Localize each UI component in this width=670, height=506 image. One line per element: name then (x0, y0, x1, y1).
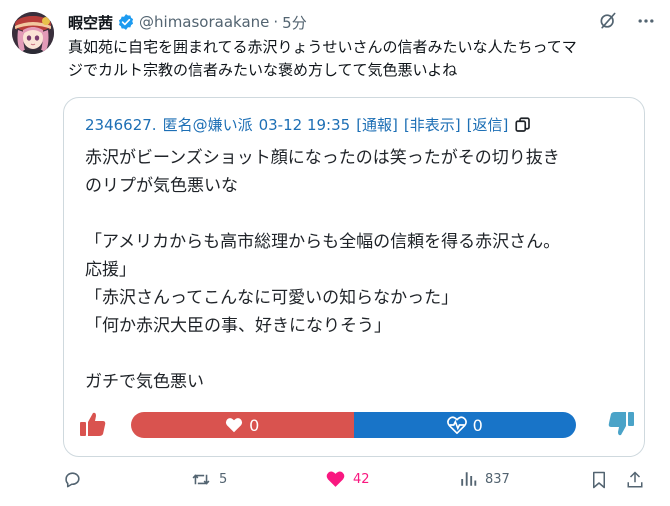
dislike-segment[interactable]: 0 (353, 412, 576, 438)
vote-bar: 0 0 (131, 412, 576, 438)
embedded-post-body: 赤沢がビーンズショット顔になったのは笑ったがその切り抜き のリプが気色悪いな 「… (85, 144, 560, 396)
embedded-post-header: 2346627. 匿名@嫌い派 03-12 19:35 [通報] [非表示] [… (85, 114, 532, 135)
views-count: 837 (485, 471, 510, 487)
thumbs-up-icon[interactable] (78, 409, 108, 439)
separator-dot: · (273, 13, 279, 31)
thumbs-down-icon[interactable] (606, 409, 636, 439)
like-segment[interactable]: 0 (131, 412, 354, 438)
heart-icon (226, 418, 243, 433)
body-line: 応援」 (85, 260, 136, 280)
retweet-icon (192, 474, 210, 485)
body-line: ガチで気色悪い (85, 372, 204, 392)
verified-badge-icon (117, 13, 135, 31)
body-line: のリプが気色悪いな (85, 176, 238, 196)
like-count: 42 (353, 471, 370, 487)
share-icon (627, 471, 643, 488)
handle[interactable]: @himasoraakane (139, 13, 269, 31)
body-line: 「何か赤沢大臣の事、好きになりそう」 (85, 316, 391, 336)
dislike-vote-count: 0 (472, 415, 483, 435)
bookmark-icon (593, 471, 605, 489)
tweet-text: 真如苑に自宅を囲まれてる赤沢りょうせいさんの信者みたいな人たちってマ ジでカルト… (68, 36, 658, 82)
grok-icon[interactable] (598, 11, 618, 31)
views-chart-icon (461, 472, 477, 486)
share-button[interactable] (626, 470, 644, 490)
embedded-post-card[interactable]: 2346627. 匿名@嫌い派 03-12 19:35 [通報] [非表示] [… (63, 97, 645, 457)
views-button[interactable]: 837 (459, 470, 510, 488)
hide-link[interactable]: [非表示] (404, 114, 461, 135)
avatar[interactable] (12, 12, 54, 54)
body-line: 「アメリカからも高市総理からも全幅の信頼を得る赤沢さん。 (85, 232, 561, 252)
action-bar: 5 42 837 (60, 468, 650, 494)
like-button[interactable]: 42 (326, 470, 370, 488)
copy-icon[interactable] (514, 116, 532, 134)
body-line (85, 200, 560, 228)
like-vote-count: 0 (249, 415, 260, 435)
bookmark-button[interactable] (590, 470, 608, 490)
tweet-text-line: 真如苑に自宅を囲まれてる赤沢りょうせいさんの信者みたいな人たちってマ (68, 38, 577, 56)
vote-row: 0 0 (78, 409, 634, 439)
post-datetime: 03-12 19:35 (258, 115, 351, 134)
retweet-button[interactable]: 5 (191, 470, 227, 489)
reply-button[interactable] (63, 470, 90, 489)
retweet-count: 5 (219, 472, 228, 487)
display-name[interactable]: 暇空茜 (68, 12, 113, 33)
tweet-header: 暇空茜 @himasoraakane · 5分 (68, 11, 307, 33)
tweet-card: 暇空茜 @himasoraakane · 5分 真如苑に自宅を囲まれてる赤沢りょ… (0, 0, 670, 506)
header-actions (598, 11, 656, 31)
report-link[interactable]: [通報] (356, 114, 398, 135)
reply-icon (65, 472, 80, 488)
heart-pulse-icon (446, 416, 467, 434)
like-heart-icon (326, 471, 345, 487)
tweet-text-line: ジでカルト宗教の信者みたいな褒め方してて気色悪いよね (68, 61, 458, 79)
poster-name: 匿名@嫌い派 (162, 116, 253, 134)
reply-link[interactable]: [返信] (467, 114, 509, 135)
body-line: 赤沢がビーンズショット顔になったのは笑ったがその切り抜き (85, 148, 560, 168)
more-options-icon[interactable] (636, 11, 656, 31)
post-number: 2346627. (85, 115, 157, 134)
body-line: 「赤沢さんってこんなに可愛いの知らなかった」 (85, 288, 459, 308)
body-line (85, 340, 560, 368)
timestamp[interactable]: 5分 (282, 12, 307, 33)
